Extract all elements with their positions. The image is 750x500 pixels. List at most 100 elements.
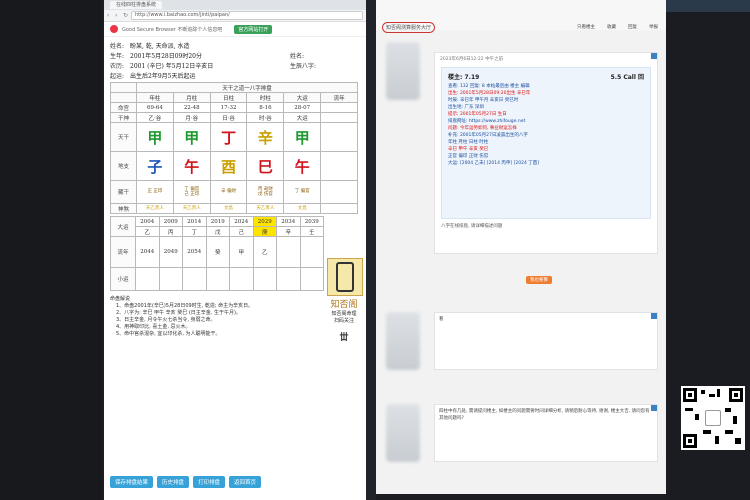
row-label: 流年 (110, 236, 136, 268)
banner-button[interactable]: 官方网站打开 (234, 24, 273, 34)
row-label: 天干 (110, 122, 137, 152)
save-chart-button[interactable]: 保存排盘结果 (110, 476, 154, 488)
liunian-year[interactable]: 2049 (158, 236, 183, 268)
reply-button[interactable]: 回复 (628, 24, 637, 30)
stamp-title: 知否阁 (330, 300, 358, 310)
dayun-year[interactable]: 2039 (299, 216, 324, 227)
only-op-button[interactable]: 只看楼主 (577, 24, 595, 30)
dayun-year[interactable]: 2009 (158, 216, 183, 227)
dayun-year[interactable]: 2019 (205, 216, 230, 227)
address-bar: ‹ › ↻ http://www.i.baizhao.com/jinti/pai… (104, 10, 366, 22)
url-input[interactable]: http://www.i.baizhao.com/jinti/paipan/ (131, 11, 363, 20)
post-line: 年柱 月柱 日柱 时柱 (448, 140, 489, 145)
print-button[interactable]: 打印排盘 (193, 476, 226, 488)
info-row: 生年: 2001年5月28日09时20分 姓名: (110, 50, 360, 60)
browser-tab[interactable]: 在线四柱排盘系统 (110, 1, 163, 9)
banner-text: Good Secure Browser 不断追踪个人信息吧 (122, 26, 223, 33)
info-label: 农历: (110, 62, 125, 70)
dayun-year[interactable]: 2034 (276, 216, 301, 227)
hidden-stem: 辛 偏财 (209, 180, 248, 204)
column-header: 年柱 (136, 92, 174, 103)
dayun-year[interactable]: 2014 (182, 216, 207, 227)
back-icon[interactable]: ‹ (107, 13, 112, 19)
refresh-icon[interactable]: ↻ (123, 13, 128, 19)
desktop-gap (366, 0, 376, 500)
birth-info: 姓名: 盼某, 乾, 天命派, 水造 生年: 2001年5月28日09时20分 … (104, 37, 366, 80)
favorite-button[interactable]: 收藏 (607, 24, 616, 30)
forward-icon[interactable]: › (115, 13, 120, 19)
avatar[interactable] (386, 312, 420, 370)
dayun-stem[interactable]: 乙 (135, 226, 160, 237)
dayun-stem[interactable]: 己 (229, 226, 254, 237)
dayun-stem[interactable]: 丙 (158, 226, 183, 237)
liunian-stem[interactable]: 癸 (205, 236, 230, 268)
home-button[interactable]: 返回首页 (229, 476, 262, 488)
liunian-year[interactable]: 2054 (182, 236, 207, 268)
hidden-stem: 正 正印 (136, 180, 174, 204)
info-row: 起运: 出生后2年9月5天后起运 (110, 70, 360, 80)
info-extra: 姓名: (290, 52, 305, 60)
liunian-year[interactable]: 2044 (135, 236, 160, 268)
liunian-stem[interactable]: 乙 (252, 236, 277, 268)
avatar[interactable] (386, 404, 420, 462)
heavenly-stem: 甲 (172, 122, 211, 152)
heavenly-stem: 甲 (283, 122, 322, 152)
dayun-stem-selected[interactable]: 庚 (252, 226, 277, 237)
calculate-button[interactable]: 我也要算 (526, 276, 552, 284)
post-title: 楼主: 7.19 (448, 74, 480, 81)
shensha: 天乙贵人 (246, 203, 285, 214)
row-label: 神煞 (110, 203, 137, 214)
reply-text: 看 (439, 317, 444, 322)
ten-god: 日·谷 (209, 112, 248, 123)
forum-title[interactable]: 知否阁测算服务大厅 (382, 22, 436, 33)
info-value: 2001 (辛巳) 年5月12日辛亥日 (130, 62, 214, 70)
qr-dot (695, 414, 699, 420)
year-range: 8-16 (246, 102, 285, 113)
hidden-stem: 丙 劫财 戊 伤官 (246, 180, 285, 204)
liunian-stem[interactable]: 甲 (229, 236, 254, 268)
dayun-year-selected[interactable]: 2029 (252, 216, 277, 227)
post-line: 出生: 2001年5月28日09:20出生 辛巳年 (448, 91, 531, 96)
qr-dot (725, 430, 733, 434)
column-header: 月柱 (172, 92, 211, 103)
info-value: 2001年5月28日09时20分 (130, 52, 202, 60)
dayun-stem[interactable]: 辛 (276, 226, 301, 237)
post-line: 查看: 132 回复: 8 本帖最后由 楼主 编辑 (448, 84, 530, 89)
post-line: 大运: [2004 乙未] [2014 丙申] [2024 丁酉] (448, 161, 539, 166)
dayun-year[interactable]: 2004 (135, 216, 160, 227)
report-button[interactable]: 举报 (649, 24, 658, 30)
corner-icon (651, 53, 657, 59)
dayun-stem[interactable]: 壬 (299, 226, 324, 237)
year-range: 17-32 (209, 102, 248, 113)
forum-header: 知否阁测算服务大厅 只看楼主 收藏 回复 举报 (376, 0, 666, 33)
earthly-branch: 子 (136, 151, 174, 181)
shensha-row: 神煞 天乙贵人 天乙贵人 文昌 天乙贵人 文昌 (110, 203, 358, 214)
table-row: 干神 乙·谷 月·谷 日·谷 时·谷 大运 (110, 112, 358, 123)
info-label: 起运: (110, 72, 125, 80)
qr-dot (703, 430, 711, 434)
post-line: 问题: 今年运势如何, 事业财运怎样 (448, 126, 517, 131)
post-line: 提示: 2001年05月27日 生日 (448, 112, 507, 117)
branches-row: 地支 子 午 酉 巳 午 (110, 151, 358, 181)
table-caption-row: 天干之道一八字排盘 (110, 82, 358, 93)
dayun-stem[interactable]: 丁 (182, 226, 207, 237)
year-range (320, 102, 358, 113)
seal-icon (336, 262, 354, 292)
dayun-year[interactable]: 2024 (229, 216, 254, 227)
dayun-stems-row: 乙 丙 丁 戊 己 庚 辛 壬 (111, 226, 324, 237)
bazi-table: 天干之道一八字排盘 年柱 月柱 日柱 时柱 大运 流年 命宫 69-64 22-… (110, 82, 358, 214)
ten-god (320, 112, 358, 123)
dayun-stem[interactable]: 戊 (205, 226, 230, 237)
earthly-branch (320, 151, 358, 181)
column-header: 大运 (283, 92, 322, 103)
post-link[interactable]: 排盘网址: https://www.zhifouge.net (442, 118, 650, 125)
table-caption: 天干之道一八字排盘 (136, 82, 358, 93)
history-button[interactable]: 历史排盘 (157, 476, 190, 488)
heavenly-stem (320, 122, 358, 152)
post-content: 楼主: 7.19 5.5 Call 回 查看: 132 回复: 8 本帖最后由 … (441, 67, 651, 219)
corner-icon (651, 405, 657, 411)
shensha (320, 203, 358, 214)
column-header: 时柱 (246, 92, 285, 103)
avatar[interactable] (386, 42, 420, 100)
column-header: 流年 (320, 92, 358, 103)
